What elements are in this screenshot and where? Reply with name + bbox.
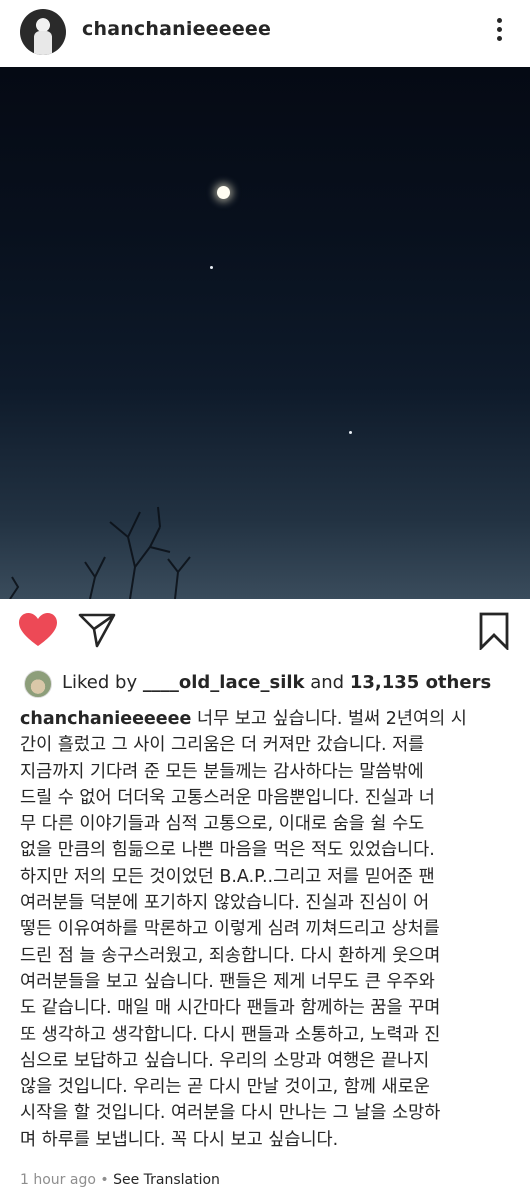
send-paper-plane-icon[interactable] [78,612,116,648]
action-bar [0,600,530,662]
caption-line: 하지만 저의 모든 것이었던 B.A.P..그리고 저를 믿어준 팬 [20,866,435,887]
post-header: chanchanieeeeee [0,0,530,66]
likes-text: Liked by ____old_lace_silk and 13,135 ot… [62,672,491,693]
likes-row: Liked by ____old_lace_silk and 13,135 ot… [0,664,530,704]
meta-separator: • [95,1172,114,1188]
post-caption: chanchanieeeeee 너무 보고 싶습니다. 벌써 2년여의 시 간이… [20,706,516,1153]
liker-username[interactable]: ____old_lace_silk [143,672,305,693]
caption-line: 여러분들을 보고 싶습니다. 팬들은 제게 너무도 큰 우주와 [20,971,435,992]
heart-filled-icon[interactable] [18,612,58,648]
caption-line: 드린 점 늘 송구스러웠고, 죄송합니다. 다시 환하게 웃으며 [20,945,441,966]
bookmark-icon[interactable] [478,612,510,650]
caption-line: 않을 것입니다. 우리는 곧 다시 만날 것이고, 함께 새로운 [20,1077,430,1098]
caption-line: 도 같습니다. 매일 매 시간마다 팬들과 함께하는 꿈을 꾸며 [20,998,441,1019]
caption-line: chanchanieeeeee 너무 보고 싶습니다. 벌써 2년여의 시 [20,709,467,729]
caption-line: 지금까지 기다려 준 모든 분들께는 감사하다는 말씀밖에 [20,761,424,782]
caption-line: 시작을 할 것입니다. 여러분을 다시 만나는 그 날을 소망하 [20,1103,441,1124]
likes-prefix: Liked by [62,672,138,693]
profile-avatar[interactable] [20,9,66,55]
post-username[interactable]: chanchanieeeeee [82,18,271,40]
caption-line: 며 하루를 보냅니다. 꼭 다시 보고 싶습니다. [20,1129,339,1150]
tree-silhouette [9,506,191,599]
liker-avatar[interactable] [24,670,52,698]
caption-line: 간이 흘렀고 그 사이 그리움은 더 커져만 갔습니다. 저를 [20,735,425,756]
caption-username[interactable]: chanchanieeeeee [20,709,191,729]
caption-line: 없을 만큼의 힘듦으로 나쁜 마음을 먹은 적도 있었습니다. [20,840,435,861]
caption-line: 또 생각하고 생각합니다. 다시 팬들과 소통하고, 노력과 진 [20,1024,441,1045]
more-vertical-icon[interactable] [494,18,504,44]
caption-line: 심으로 보답하고 싶습니다. 우리의 소망과 여행은 끝나지 [20,1050,430,1071]
caption-line: 무 다른 이야기들과 심적 고통으로, 이대로 숨을 쉴 수도 [20,814,425,835]
post-photo[interactable] [0,67,530,599]
post-meta: 1 hour ago • See Translation [20,1172,220,1188]
post-time: 1 hour ago [20,1172,96,1188]
caption-line: 여러분들 덕분에 포기하지 않았습니다. 진실과 진심이 어 [20,893,430,914]
likes-conjunction: and [310,672,345,693]
see-translation-link[interactable]: See Translation [113,1172,220,1188]
caption-line: 떻든 이유여하를 막론하고 이렇게 심려 끼쳐드리고 상처를 [20,919,440,940]
likes-others[interactable]: 13,135 others [350,672,491,693]
caption-line: 드릴 수 없어 더더욱 고통스러운 마음뿐입니다. 진실과 너 [20,787,435,808]
